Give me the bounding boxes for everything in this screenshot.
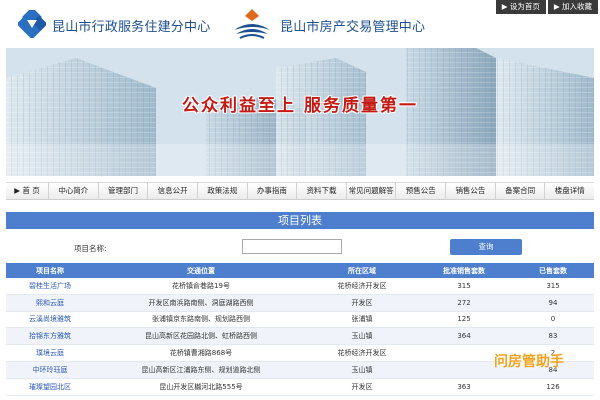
project-name-label: 项目名称: xyxy=(74,244,107,253)
approved-units-cell: 272 xyxy=(416,294,512,312)
table-header-row: 项目名称 交通位置 所在区域 批准销售套数 已售套数 xyxy=(6,263,594,278)
project-name-input[interactable] xyxy=(242,239,342,254)
project-name-link[interactable]: 碧桂生活广场 xyxy=(6,278,94,295)
sold-units-cell: 94 xyxy=(512,294,594,312)
approved-units-cell: 364 xyxy=(416,327,512,346)
location-cell: 花桥镇曹湘路868号 xyxy=(94,344,308,362)
location-cell: 开发区南浜路南侧、洞庭湖路西侧 xyxy=(94,294,308,312)
sold-units-cell: 0 xyxy=(512,311,594,329)
housing-center-logo-icon xyxy=(234,9,270,39)
location-cell: 昆山高新区江浦路东侧、规划道路北侧 xyxy=(94,361,308,379)
center-title: 昆山市行政服务住建分中心 xyxy=(52,20,211,35)
housing-center-title: 昆山市房产交易管理中心 xyxy=(280,20,426,35)
nav-departments[interactable]: 管理部门 xyxy=(99,183,149,199)
table-row: 云溪尚境雅筑 张浦镇京东路南侧、规划路西侧 张浦镇 125 0 xyxy=(6,311,594,329)
table-row: 熙和云庭 开发区南浜路南侧、洞庭湖路西侧 开发区 272 94 xyxy=(6,294,594,312)
sold-units-cell: 126 xyxy=(512,378,594,396)
center-logo-icon xyxy=(18,10,46,38)
set-homepage-link[interactable]: ▶ 设为首页 xyxy=(495,0,546,14)
col-header-district: 所在区域 xyxy=(308,263,416,278)
nav-property-details[interactable]: 楼盘详情 xyxy=(545,183,594,199)
project-table: 项目名称 交通位置 所在区域 批准销售套数 已售套数 碧桂生活广场 花桥镇俞巷路… xyxy=(6,263,594,396)
table-row: 璀璨望园北区 昆山开发区樾河北路555号 开发区 363 126 xyxy=(6,378,594,396)
district-cell: 开发区 xyxy=(308,378,416,396)
sold-units-cell: 315 xyxy=(512,278,594,295)
district-cell: 花桥经济开发区 xyxy=(308,344,416,362)
nav-filed-contracts[interactable]: 备案合同 xyxy=(496,183,546,199)
nav-faq[interactable]: 常见问题解答 xyxy=(347,183,397,199)
approved-units-cell: 315 xyxy=(416,278,512,295)
project-list-title: 项目列表 xyxy=(6,212,594,229)
district-cell: 花桥经济开发区 xyxy=(308,278,416,295)
nav-home[interactable]: ▶ 首 页 xyxy=(6,183,49,199)
nav-center-intro[interactable]: 中心简介 xyxy=(49,183,99,199)
main-nav: ▶ 首 页 中心简介 管理部门 信息公开 政策法规 办事指南 资料下载 常见问题… xyxy=(6,182,594,200)
col-header-location: 交通位置 xyxy=(94,263,308,278)
table-row: 碧桂生活广场 花桥镇俞巷路19号 花桥经济开发区 315 315 xyxy=(6,278,594,295)
col-header-sold-units: 已售套数 xyxy=(512,263,594,278)
district-cell: 开发区 xyxy=(308,294,416,312)
col-header-project-name: 项目名称 xyxy=(6,263,94,278)
nav-downloads[interactable]: 资料下载 xyxy=(297,183,347,199)
watermark-text: 问房管助手 xyxy=(494,354,564,370)
table-row: 拾锦东方雅筑 昆山高新区花园路北侧、虹桥路西侧 玉山镇 364 83 xyxy=(6,327,594,346)
query-button[interactable]: 查询 xyxy=(450,239,522,255)
top-links: ▶ 设为首页 ▶ 加入收藏 xyxy=(495,0,598,14)
location-cell: 昆山高新区花园路北侧、虹桥路西侧 xyxy=(94,327,308,346)
project-name-link[interactable]: 璞境云庭 xyxy=(6,344,94,362)
add-favorite-link[interactable]: ▶ 加入收藏 xyxy=(547,0,598,14)
nav-service-guide[interactable]: 办事指南 xyxy=(248,183,298,199)
nav-policies[interactable]: 政策法规 xyxy=(198,183,248,199)
sold-units-cell: 83 xyxy=(512,327,594,346)
district-cell: 玉山镇 xyxy=(308,361,416,379)
project-name-link[interactable]: 璀璨望园北区 xyxy=(6,378,94,396)
district-cell: 张浦镇 xyxy=(308,311,416,329)
approved-units-cell: 125 xyxy=(416,311,512,329)
project-name-link[interactable]: 中环玲珏庭 xyxy=(6,361,94,379)
nav-sales-notice[interactable]: 销售公告 xyxy=(446,183,496,199)
site-header: 昆山市行政服务住建分中心 昆山市房产交易管理中心 ▶ 设为首页 ▶ 加入收藏 xyxy=(0,0,600,48)
approved-units-cell: 363 xyxy=(416,378,512,396)
nav-presale-notice[interactable]: 预售公告 xyxy=(396,183,447,199)
location-cell: 昆山开发区樾河北路555号 xyxy=(94,378,308,396)
banner-slogan: 公众利益至上 服务质量第一 xyxy=(182,96,418,116)
nav-info-disclosure[interactable]: 信息公开 xyxy=(148,183,198,199)
location-cell: 花桥镇俞巷路19号 xyxy=(94,278,308,295)
banner: 公众利益至上 服务质量第一 xyxy=(6,48,594,176)
district-cell: 玉山镇 xyxy=(308,327,416,346)
project-name-link[interactable]: 云溪尚境雅筑 xyxy=(6,311,94,329)
location-cell: 张浦镇京东路南侧、规划路西侧 xyxy=(94,311,308,329)
project-name-link[interactable]: 拾锦东方雅筑 xyxy=(6,327,94,346)
project-name-link[interactable]: 熙和云庭 xyxy=(6,294,94,312)
col-header-approved-units: 批准销售套数 xyxy=(416,263,512,278)
